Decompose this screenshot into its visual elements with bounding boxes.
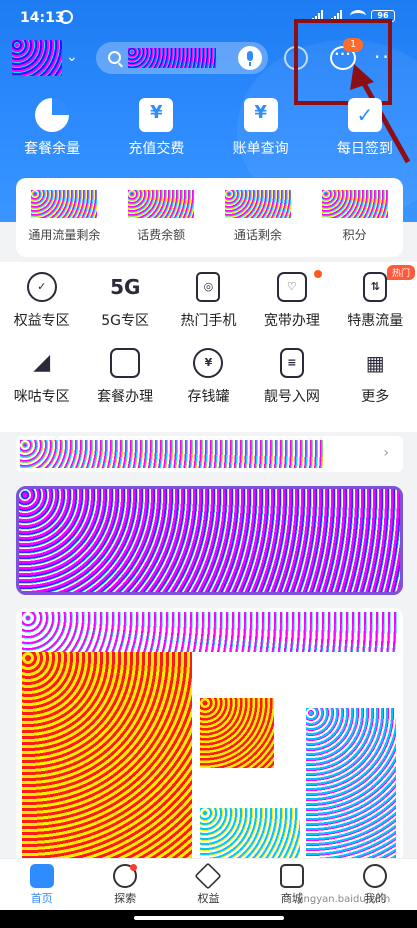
quick-item-bill[interactable]: ¥ 账单查询 xyxy=(216,98,306,168)
nav-rights[interactable]: 权益 xyxy=(173,862,243,910)
balance-label: 话费余额 xyxy=(137,228,186,242)
yen-receipt-icon: ¥ xyxy=(139,98,174,132)
service-label: 特惠流量 xyxy=(347,313,404,329)
yen-bill-icon: ¥ xyxy=(243,98,278,132)
service-item-broadband[interactable]: ♡ 宽带办理 xyxy=(250,270,333,330)
quick-item-label: 充值交费 xyxy=(128,141,185,157)
5g-icon: 5G xyxy=(110,275,141,299)
nav-label: 探索 xyxy=(114,892,137,905)
balance-data[interactable]: 通用流量剩余 xyxy=(18,190,110,257)
bag-icon xyxy=(110,348,141,378)
new-dot-badge xyxy=(313,270,322,278)
service-label: 咪咕专区 xyxy=(13,389,70,405)
service-item-rights[interactable]: ✓ 权益专区 xyxy=(0,272,83,330)
shopping-bag-icon xyxy=(279,864,304,888)
balance-label: 通话剩余 xyxy=(233,228,282,242)
nav-dot-badge xyxy=(130,864,138,871)
feature-image-header xyxy=(22,612,397,652)
system-nav-bar xyxy=(0,910,417,928)
annotation-highlight-box xyxy=(294,19,392,105)
checkin-icon: ✓ xyxy=(347,98,382,132)
feature-image-block xyxy=(200,698,274,768)
service-item-piggy[interactable]: ¥ 存钱罐 xyxy=(167,348,250,406)
balance-label: 通用流量剩余 xyxy=(28,228,101,242)
service-item-plan[interactable]: 套餐办理 xyxy=(83,348,166,406)
service-label: 更多 xyxy=(361,389,390,405)
quick-menu: 套餐余量 ¥ 充值交费 ¥ 账单查询 ✓ 每日签到 xyxy=(0,98,417,168)
balance-points[interactable]: 积分 xyxy=(309,190,401,257)
balance-label: 积分 xyxy=(342,228,367,242)
quick-item-checkin[interactable]: ✓ 每日签到 xyxy=(320,98,410,168)
service-item-number[interactable]: ≡ 靓号入网 xyxy=(250,348,333,406)
service-label: 热门手机 xyxy=(180,313,237,329)
nav-explore[interactable]: 探索 xyxy=(90,864,160,910)
service-item-data-deal[interactable]: 热门 ⇅ 特惠流量 xyxy=(334,265,417,330)
balance-value-image xyxy=(128,190,195,218)
notice-bar[interactable]: › xyxy=(16,436,403,472)
service-label: 权益专区 xyxy=(13,313,70,329)
search-placeholder-image xyxy=(128,48,216,68)
service-item-more[interactable]: ▦ 更多 xyxy=(334,348,417,406)
balance-card: 通用流量剩余 话费余额 通话剩余 积分 xyxy=(16,178,403,257)
nav-label: 权益 xyxy=(197,892,220,905)
feature-image[interactable] xyxy=(16,608,403,863)
service-item-migu[interactable]: ◢ 咪咕专区 xyxy=(0,348,83,406)
feature-image-block xyxy=(22,652,192,862)
migu-icon: ◢ xyxy=(33,350,51,375)
alarm-icon xyxy=(59,10,73,24)
balance-value-image xyxy=(31,190,98,218)
microphone-icon[interactable] xyxy=(238,46,262,70)
service-label: 5G专区 xyxy=(101,313,149,329)
balance-value-image xyxy=(321,190,388,218)
service-label: 套餐办理 xyxy=(97,389,154,405)
quick-item-recharge[interactable]: ¥ 充值交费 xyxy=(111,98,201,168)
feature-image-block xyxy=(306,708,396,858)
hot-tag: 热门 xyxy=(386,265,415,280)
service-label: 宽带办理 xyxy=(263,313,320,329)
search-bar[interactable] xyxy=(96,42,268,74)
home-broadband-icon: ♡ xyxy=(276,272,307,302)
chevron-right-icon: › xyxy=(383,445,389,461)
home-icon xyxy=(29,864,54,888)
feature-image-block xyxy=(200,808,300,862)
pie-chart-icon xyxy=(35,98,70,132)
balance-call[interactable]: 通话剩余 xyxy=(212,190,304,257)
promo-banner[interactable] xyxy=(16,486,403,595)
home-indicator[interactable] xyxy=(134,916,284,920)
chevron-down-icon[interactable]: ⌄ xyxy=(66,49,78,65)
medal-icon: ✓ xyxy=(26,272,57,302)
search-icon xyxy=(108,51,121,64)
notice-image xyxy=(20,440,324,468)
user-icon xyxy=(363,864,388,888)
quick-item-label: 账单查询 xyxy=(232,141,289,157)
nav-home[interactable]: 首页 xyxy=(7,864,77,910)
balance-value-image xyxy=(224,190,291,218)
service-grid: ✓ 权益专区 5G 5G专区 ◎ 热门手机 ♡ 宽带办理 热门 ⇅ 特惠流量 ◢… xyxy=(0,265,417,406)
quick-item-plan-balance[interactable]: 套餐余量 xyxy=(7,98,97,168)
watermark: jingyan.baidu.com xyxy=(298,894,391,905)
grid-more-icon: ▦ xyxy=(365,351,385,375)
status-time: 14:13 xyxy=(20,10,65,26)
account-avatar[interactable] xyxy=(12,40,62,76)
quick-item-label: 套餐余量 xyxy=(24,141,81,157)
diamond-icon xyxy=(194,862,223,890)
balance-fee[interactable]: 话费余额 xyxy=(115,190,207,257)
piggy-bank-icon: ¥ xyxy=(193,348,224,378)
service-label: 靓号入网 xyxy=(263,389,320,405)
phone-icon: ◎ xyxy=(196,272,221,302)
nav-label: 首页 xyxy=(30,892,53,905)
service-item-5g[interactable]: 5G 5G专区 xyxy=(83,272,166,330)
service-item-phones[interactable]: ◎ 热门手机 xyxy=(167,272,250,330)
sim-card-icon: ≡ xyxy=(279,348,304,378)
data-transfer-icon: ⇅ xyxy=(363,272,388,302)
service-label: 存钱罐 xyxy=(187,389,230,405)
quick-item-label: 每日签到 xyxy=(336,141,393,157)
